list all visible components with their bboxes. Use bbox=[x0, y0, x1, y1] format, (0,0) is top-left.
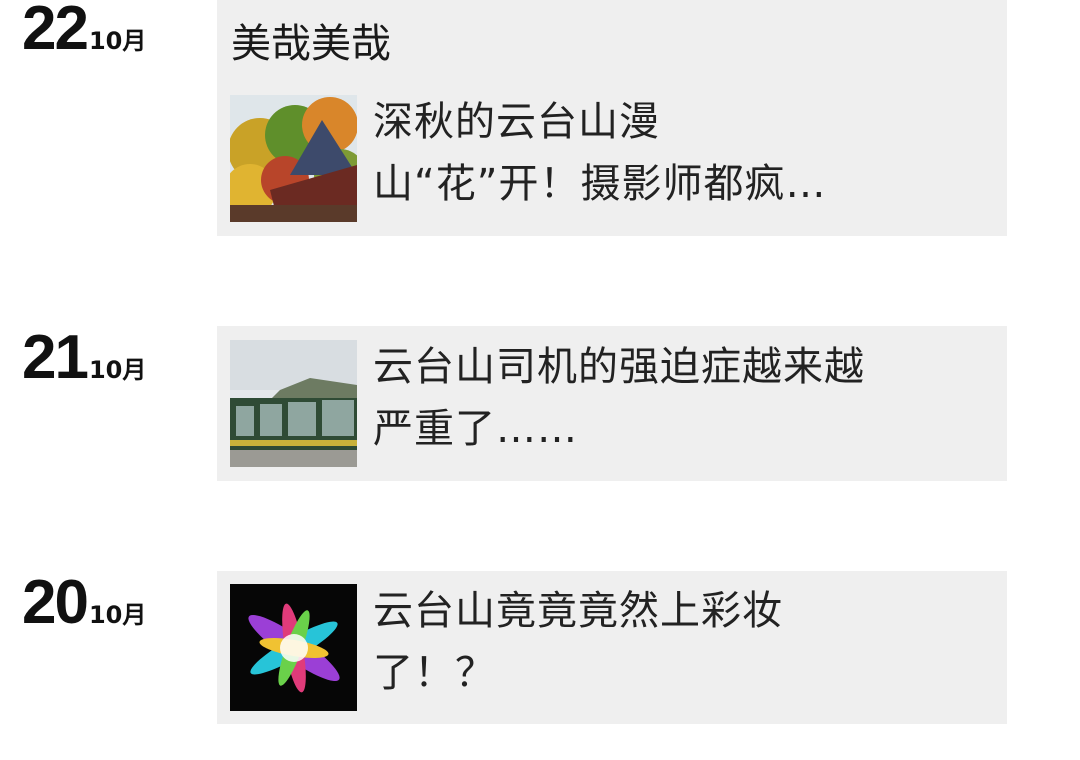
account-name: 美哉美哉 bbox=[231, 21, 391, 67]
date-label: 2010月 bbox=[22, 572, 146, 634]
article-title-line2: 严重了…… bbox=[373, 406, 578, 452]
date-label: 2110月 bbox=[22, 327, 146, 389]
article-title-line1: 深秋的云台山漫 bbox=[373, 99, 660, 145]
article-title: 云台山竟竟竟然上彩妆 了！？ bbox=[373, 580, 993, 704]
article-title-line1: 云台山司机的强迫症越来越 bbox=[373, 344, 865, 390]
color-powder-thumbnail bbox=[230, 584, 357, 711]
article-title-line2: 山“花”开！摄影师都疯… bbox=[373, 161, 827, 207]
article-link[interactable]: 云台山竟竟竟然上彩妆 了！？ bbox=[230, 584, 995, 711]
post-card[interactable]: 美哉美哉 深秋的云台山漫 山“花”开！摄影师都疯… bbox=[217, 0, 1007, 236]
article-link[interactable]: 深秋的云台山漫 山“花”开！摄影师都疯… bbox=[230, 95, 995, 222]
date-label: 2210月 bbox=[22, 0, 146, 60]
article-title: 云台山司机的强迫症越来越 严重了…… bbox=[373, 336, 993, 460]
post-card[interactable]: 云台山竟竟竟然上彩妆 了！？ bbox=[217, 571, 1007, 724]
article-title-line2: 了！？ bbox=[373, 650, 496, 696]
date-day: 22 bbox=[22, 0, 89, 63]
article-title-line1: 云台山竟竟竟然上彩妆 bbox=[373, 588, 783, 634]
date-day: 20 bbox=[22, 568, 89, 637]
date-day: 21 bbox=[22, 323, 89, 392]
date-month: 10月 bbox=[88, 601, 147, 629]
buses-thumbnail bbox=[230, 340, 357, 467]
article-title: 深秋的云台山漫 山“花”开！摄影师都疯… bbox=[373, 91, 993, 215]
post-card[interactable]: 云台山司机的强迫症越来越 严重了…… bbox=[217, 326, 1007, 481]
date-month: 10月 bbox=[88, 356, 147, 384]
article-link[interactable]: 云台山司机的强迫症越来越 严重了…… bbox=[230, 340, 995, 467]
date-month: 10月 bbox=[88, 27, 147, 55]
autumn-temple-thumbnail bbox=[230, 95, 357, 222]
